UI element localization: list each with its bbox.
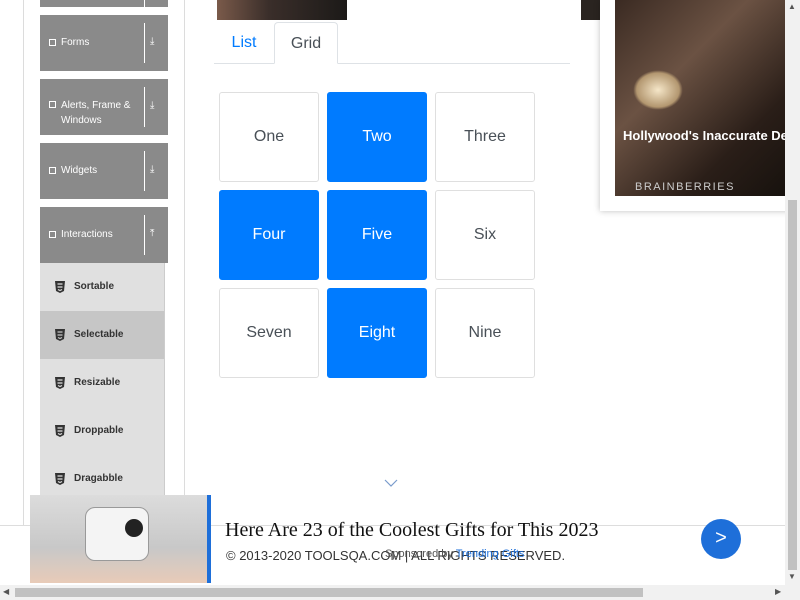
scroll-right-icon[interactable]: ▶ <box>775 587 781 596</box>
grid-cell-five[interactable]: Five <box>327 190 427 280</box>
grid-cell-one[interactable]: One <box>219 92 319 182</box>
sidebar-item-label: Resizable <box>74 377 121 388</box>
sidebar-item-droppable[interactable]: Droppable <box>40 407 165 455</box>
tab-list[interactable]: List <box>214 22 274 63</box>
ad-thumbnail-image[interactable] <box>581 0 601 20</box>
ad-thumbnail-image[interactable] <box>217 0 347 20</box>
chevron-down-icon[interactable] <box>384 478 398 488</box>
tab-bar: List Grid <box>214 22 570 64</box>
grid-cell-six[interactable]: Six <box>435 190 535 280</box>
side-ad-source: BRAINBERRIES <box>635 181 735 193</box>
html5-icon <box>55 473 65 485</box>
sponsor-prefix: Sponsored by <box>385 548 453 560</box>
html5-icon <box>55 329 65 341</box>
download-icon[interactable]: ⤓ <box>150 37 154 47</box>
scroll-up-icon[interactable]: ▲ <box>788 2 796 11</box>
sidebar-group-label: Widgets <box>61 165 98 176</box>
vertical-scroll-thumb[interactable] <box>788 200 797 570</box>
grid-cell-four[interactable]: Four <box>219 190 319 280</box>
download-icon[interactable]: ⤓ <box>150 101 154 111</box>
tab-grid[interactable]: Grid <box>274 22 338 64</box>
sidebar-group-alerts[interactable]: Alerts, Frame & Windows ⤓ <box>40 79 168 135</box>
horizontal-scrollbar[interactable]: ◀ ▶ <box>0 585 800 600</box>
window-icon <box>49 101 56 108</box>
sidebar-item-label: Dragabble <box>74 473 123 484</box>
upload-icon[interactable]: ⤒ <box>150 229 154 239</box>
banner-ad-title[interactable]: Here Are 23 of the Coolest Gifts for Thi… <box>225 519 598 542</box>
sidebar-item-label: Selectable <box>74 329 124 340</box>
sidebar-group-widgets[interactable]: Widgets ⤓ <box>40 143 168 199</box>
widgets-icon <box>49 167 56 174</box>
sidebar-left-border <box>23 0 24 525</box>
forms-icon <box>49 39 56 46</box>
side-ad-headline[interactable]: Hollywood's Inaccurate Depictions Of Rea… <box>623 128 800 144</box>
sidebar-item-resizable[interactable]: Resizable <box>40 359 165 407</box>
grid-cell-seven[interactable]: Seven <box>219 288 319 378</box>
side-ad-image[interactable] <box>615 0 800 196</box>
sidebar-group-interactions[interactable]: Interactions ⤒ <box>40 207 168 263</box>
sidebar-right-border <box>184 0 185 525</box>
html5-icon <box>55 281 65 293</box>
grid-cell-two[interactable]: Two <box>327 92 427 182</box>
sidebar-item-label: Droppable <box>74 425 124 436</box>
bottom-banner-ad[interactable]: Here Are 23 of the Coolest Gifts for Thi… <box>30 495 785 583</box>
sidebar-group-elements[interactable] <box>40 0 168 7</box>
banner-ad-image[interactable] <box>30 495 211 583</box>
scroll-down-icon[interactable]: ▼ <box>788 572 796 581</box>
sponsor-link[interactable]: Trending Gifts <box>456 548 525 560</box>
sidebar-item-sortable[interactable]: Sortable <box>40 263 165 311</box>
scroll-left-icon[interactable]: ◀ <box>3 587 9 596</box>
download-icon[interactable]: ⤓ <box>150 165 154 175</box>
interactions-icon <box>49 231 56 238</box>
sidebar-group-label: Forms <box>61 37 90 48</box>
banner-ad-sponsor: Sponsored by Trending Gifts <box>385 548 524 560</box>
html5-icon <box>55 425 65 437</box>
html5-icon <box>55 377 65 389</box>
side-ad-card[interactable]: Hollywood's Inaccurate Depictions Of Rea… <box>600 0 800 211</box>
vertical-scrollbar[interactable]: ▲ ▼ <box>785 0 800 585</box>
sidebar-item-selectable[interactable]: Selectable <box>40 311 165 359</box>
sidebar-group-label: Alerts, Frame & Windows <box>61 100 131 126</box>
grid-cell-three[interactable]: Three <box>435 92 535 182</box>
grid-cell-eight[interactable]: Eight <box>327 288 427 378</box>
sidebar-group-forms[interactable]: Forms ⤓ <box>40 15 168 71</box>
horizontal-scroll-thumb[interactable] <box>15 588 643 597</box>
banner-next-button[interactable]: > <box>701 519 741 559</box>
sidebar-item-label: Sortable <box>74 281 115 292</box>
grid-cell-nine[interactable]: Nine <box>435 288 535 378</box>
sidebar-group-label: Interactions <box>61 229 113 240</box>
